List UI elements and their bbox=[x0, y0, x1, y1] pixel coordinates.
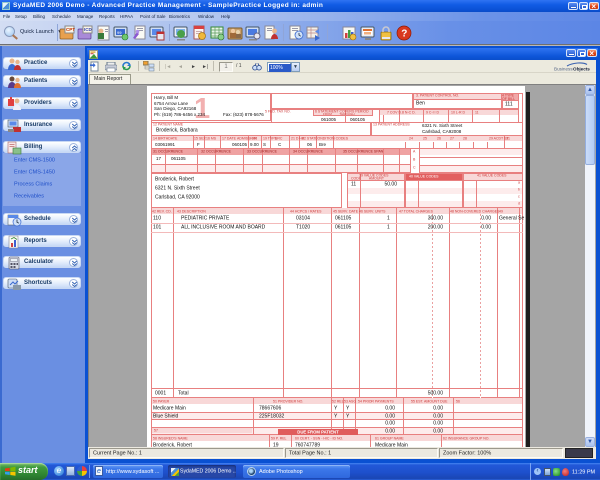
svg-text:99: 99 bbox=[117, 30, 122, 35]
svg-text:?: ? bbox=[401, 29, 407, 40]
svg-text:ICD: ICD bbox=[84, 27, 93, 32]
svg-text:Objects: Objects bbox=[573, 67, 590, 72]
svg-text:CPT: CPT bbox=[66, 27, 75, 32]
svg-text:Business: Business bbox=[554, 67, 573, 72]
